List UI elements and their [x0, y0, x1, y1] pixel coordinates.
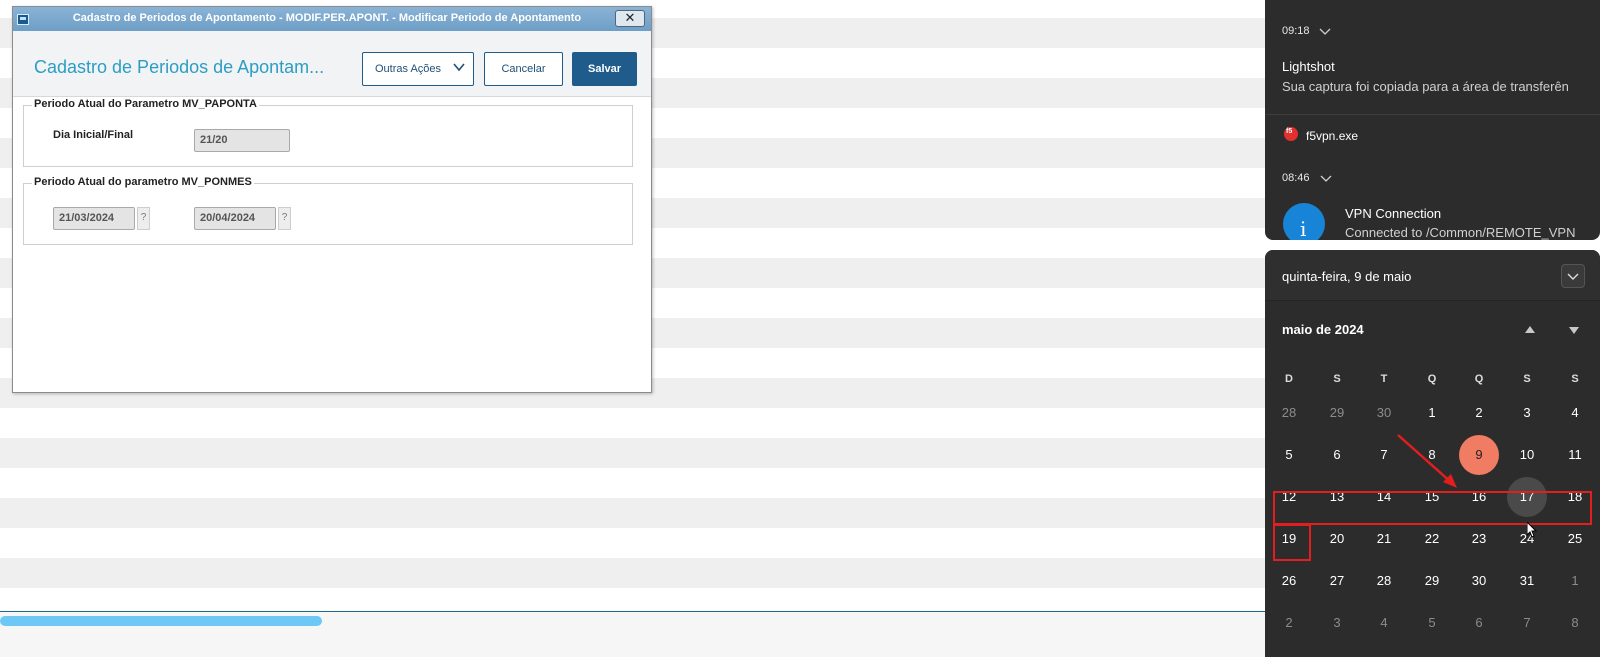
dialog-header: Cadastro de Periodos de Apontam... Outra…: [13, 31, 651, 97]
calendar-day[interactable]: 4: [1555, 393, 1595, 433]
group-legend: Periodo Atual do Parametro MV_PAPONTA: [32, 98, 259, 110]
calendar-day[interactable]: 1: [1412, 393, 1452, 433]
calendar-day[interactable]: 26: [1269, 561, 1309, 601]
calendar-day[interactable]: 8: [1555, 603, 1595, 643]
weekday-label: S: [1523, 373, 1531, 385]
notification-panel: 09:18 Lightshot Sua captura foi copiada …: [1265, 0, 1600, 240]
calendar-day[interactable]: 27: [1317, 561, 1357, 601]
calendar-day[interactable]: 25: [1555, 519, 1595, 559]
collapse-calendar-button[interactable]: [1561, 264, 1585, 288]
month-label[interactable]: maio de 2024: [1282, 322, 1364, 337]
calendar-day[interactable]: 6: [1317, 435, 1357, 475]
field-label: Dia Inicial/Final: [53, 129, 134, 141]
end-date-field[interactable]: 20/04/2024: [194, 207, 276, 230]
calendar-day[interactable]: 10: [1507, 435, 1547, 475]
notification-app-name: f5vpn.exe: [1306, 129, 1359, 143]
notification-time: 08:46: [1282, 172, 1310, 184]
calendar-day[interactable]: 3: [1317, 603, 1357, 643]
calendar-date-bar: quinta-feira, 9 de maio: [1265, 250, 1600, 301]
calendar-day[interactable]: 22: [1412, 519, 1452, 559]
divider: [1265, 114, 1600, 115]
scrollbar-thumb[interactable]: [0, 616, 322, 626]
help-button[interactable]: ?: [137, 207, 150, 230]
calendar-day[interactable]: 4: [1364, 603, 1404, 643]
background-stripe: [0, 558, 1270, 588]
group-legend: Periodo Atual do parametro MV_PONMES: [32, 176, 254, 188]
mouse-cursor-icon: [1527, 522, 1537, 538]
calendar-day[interactable]: 6: [1459, 603, 1499, 643]
highlight-box-week: [1273, 491, 1592, 525]
calendar-day[interactable]: 29: [1412, 561, 1452, 601]
info-icon: i: [1283, 203, 1325, 240]
weekday-label: Q: [1474, 373, 1484, 385]
calendar-day[interactable]: 9: [1459, 435, 1499, 475]
mv-paponta-group: Periodo Atual do Parametro MV_PAPONTA Di…: [23, 98, 633, 167]
calendar-day[interactable]: 28: [1364, 561, 1404, 601]
background-stripe: [0, 498, 1270, 528]
save-button[interactable]: Salvar: [572, 52, 637, 86]
calendar-day[interactable]: 23: [1459, 519, 1499, 559]
calendar-day[interactable]: 20: [1317, 519, 1357, 559]
other-actions-label: Outras Ações: [375, 63, 442, 75]
calendar-day[interactable]: 5: [1269, 435, 1309, 475]
calendar-day[interactable]: 11: [1555, 435, 1595, 475]
previous-month-icon[interactable]: [1525, 326, 1535, 333]
period-dialog: Cadastro de Periodos de Apontamento - MO…: [12, 6, 652, 393]
calendar-day[interactable]: 28: [1269, 393, 1309, 433]
notification-title: VPN Connection: [1345, 206, 1442, 221]
cancel-button[interactable]: Cancelar: [484, 52, 563, 86]
calendar-day[interactable]: 2: [1269, 603, 1309, 643]
page-title: Cadastro de Periodos de Apontam...: [34, 57, 325, 77]
weekday-label: Q: [1427, 373, 1437, 385]
help-button[interactable]: ?: [278, 207, 291, 230]
weekday-label: S: [1333, 373, 1341, 385]
chevron-down-icon: [453, 63, 465, 72]
window-title: Cadastro de Periodos de Apontamento - MO…: [72, 12, 582, 24]
calendar-day[interactable]: 21: [1364, 519, 1404, 559]
notification-body[interactable]: Connected to /Common/REMOTE_VPN: [1345, 225, 1575, 240]
next-month-icon[interactable]: [1569, 327, 1579, 334]
f5-shield-icon: f5: [1284, 127, 1298, 141]
weekday-label: D: [1285, 373, 1293, 385]
weekday-label: T: [1380, 373, 1388, 385]
start-date-field[interactable]: 21/03/2024: [53, 207, 135, 230]
other-actions-button[interactable]: Outras Ações: [362, 52, 474, 86]
calendar-day[interactable]: 29: [1317, 393, 1357, 433]
background-stripe: [0, 528, 1270, 558]
close-button[interactable]: ✕: [615, 10, 645, 27]
notification-body[interactable]: Sua captura foi copiada para a área de t…: [1282, 79, 1569, 94]
calendar-day[interactable]: 30: [1364, 393, 1404, 433]
background-stripe: [0, 468, 1270, 498]
notification-time: 09:18: [1282, 25, 1310, 37]
calendar-day[interactable]: 2: [1459, 393, 1499, 433]
background-stripe: [0, 438, 1270, 468]
chevron-down-icon[interactable]: [1319, 28, 1331, 36]
calendar-day[interactable]: 30: [1459, 561, 1499, 601]
highlight-box-day: [1273, 524, 1311, 561]
initial-final-day-field[interactable]: 21/20: [194, 129, 290, 152]
weekday-label: S: [1571, 373, 1579, 385]
calendar-day[interactable]: 1: [1555, 561, 1595, 601]
current-date: quinta-feira, 9 de maio: [1282, 269, 1412, 284]
notification-app-name: Lightshot: [1282, 59, 1335, 74]
calendar-day[interactable]: 5: [1412, 603, 1452, 643]
calendar-day[interactable]: 7: [1507, 603, 1547, 643]
mv-ponmes-group: Periodo Atual do parametro MV_PONMES 21/…: [23, 176, 633, 245]
calendar-day[interactable]: 3: [1507, 393, 1547, 433]
window-app-icon: [17, 14, 29, 25]
calendar-day[interactable]: 31: [1507, 561, 1547, 601]
dialog-titlebar: Cadastro de Periodos de Apontamento - MO…: [13, 7, 651, 31]
background-stripe: [0, 408, 1270, 438]
chevron-down-icon[interactable]: [1320, 175, 1332, 183]
red-arrow-icon: [1397, 434, 1457, 488]
chevron-down-icon: [1567, 273, 1579, 280]
